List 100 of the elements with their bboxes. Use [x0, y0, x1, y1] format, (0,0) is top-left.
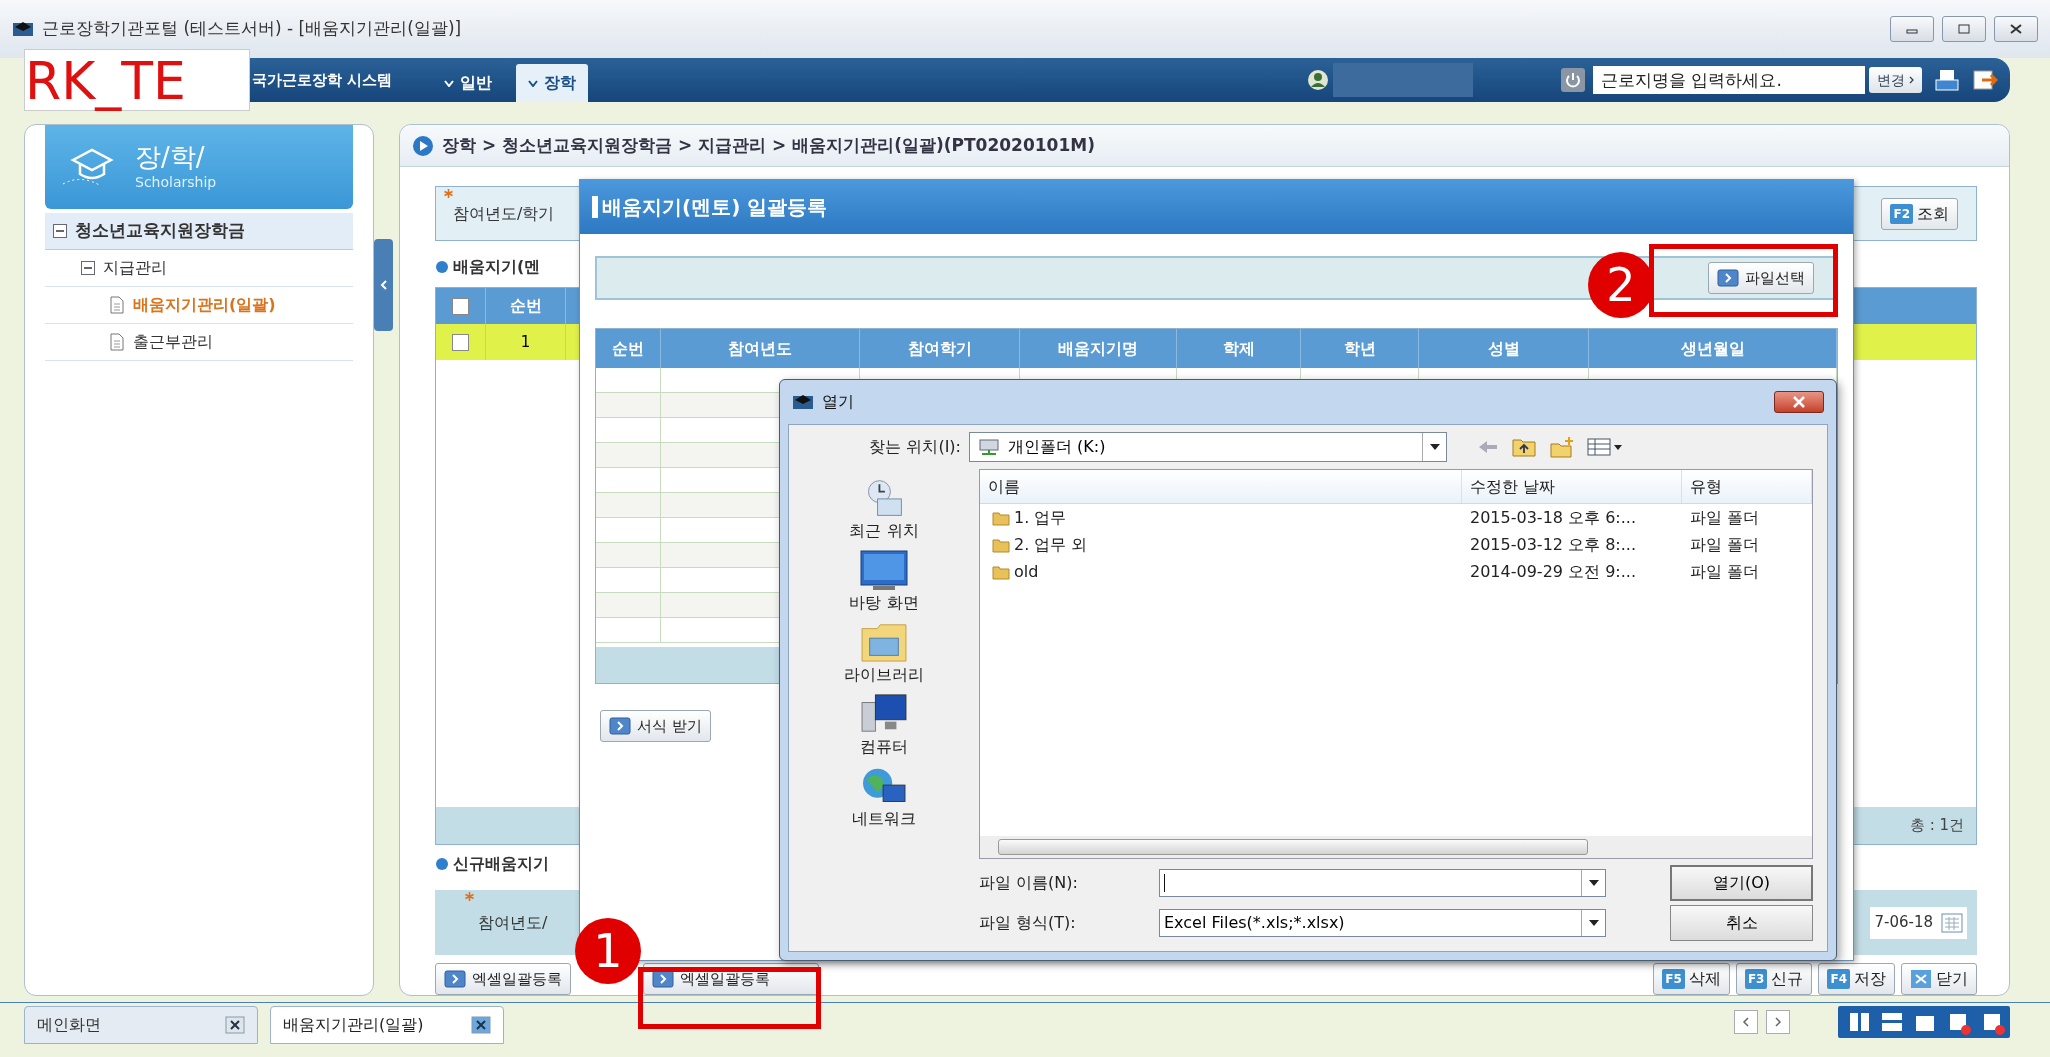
section-heading: 배움지기(멘	[453, 256, 541, 278]
bullet-icon	[435, 857, 449, 871]
file-name: old	[1014, 560, 1039, 583]
chevron-left-icon	[1742, 1016, 1750, 1028]
checkbox[interactable]	[452, 333, 469, 351]
field-label: 참여년도/	[478, 911, 548, 934]
window-title: 근로장학기관포털 (테스트서버) - [배움지기관리(일괄)]	[42, 17, 462, 41]
file-name: 1. 업무	[1014, 506, 1067, 529]
file-type: 파일 폴더	[1689, 533, 1760, 556]
close-icon	[1910, 969, 1932, 989]
close-icon[interactable]	[1994, 16, 2038, 42]
sidebar-title: 장/학/	[135, 141, 206, 172]
folder-icon	[992, 563, 1010, 580]
field-label: 파일 이름(N):	[979, 872, 1079, 894]
collapse-handle[interactable]	[374, 239, 393, 331]
place-item[interactable]: 컴퓨터	[859, 693, 909, 759]
field-label: 참여년도/학기	[453, 202, 555, 225]
chevron-right-icon	[1909, 76, 1914, 84]
close-icon[interactable]	[225, 1016, 245, 1034]
sidebar-subtitle: Scholarship	[135, 172, 217, 192]
place-item[interactable]: 바탕 화면	[849, 549, 919, 615]
action-button[interactable]: F5 삭제	[1653, 963, 1730, 995]
location-label: 찾는 위치(I):	[868, 436, 962, 458]
window-layout-icons[interactable]	[1838, 1006, 2010, 1038]
chevron-right-icon	[1774, 1016, 1782, 1028]
collapse-icon[interactable]	[53, 224, 67, 238]
section-heading: 신규배움지기	[453, 853, 549, 875]
field-label: 파일 형식(T):	[979, 912, 1077, 934]
system-name: 국가근로장학 시스템	[252, 69, 393, 91]
breadcrumb: 장학 > 청소년교육지원장학금 > 지급관리 > 배움지기관리(일괄)(PT02020101M)	[442, 133, 1095, 157]
filetype-dropdown[interactable]: Excel Files(*.xls;*.xlsx)	[1159, 909, 1606, 937]
exit-icon[interactable]	[1972, 68, 1998, 92]
column-header[interactable]: 이름	[980, 470, 1462, 503]
app-icon	[792, 393, 814, 411]
user-icon	[1307, 69, 1329, 91]
app-icon	[12, 20, 34, 38]
folder-icon	[992, 509, 1010, 526]
column-header[interactable]: 유형	[1682, 470, 1812, 503]
up-folder-icon[interactable]	[1511, 436, 1537, 458]
title-marker-icon	[592, 196, 598, 218]
place-item[interactable]: 라이브러리	[844, 621, 924, 687]
checkbox[interactable]	[452, 297, 469, 315]
maximize-icon[interactable]	[1942, 16, 1986, 42]
column-header[interactable]: 수정한 날짜	[1462, 470, 1682, 503]
bullet-icon	[435, 260, 449, 274]
document-tab[interactable]: 배움지기관리(일괄)	[270, 1006, 504, 1044]
printer-icon[interactable]	[1934, 68, 1960, 92]
excel-upload-button[interactable]: 엑셀일괄등록	[435, 963, 571, 995]
action-button[interactable]: F3 신규	[1735, 963, 1813, 995]
view-menu-icon[interactable]	[1587, 437, 1623, 457]
minimize-icon[interactable]	[1890, 16, 1934, 42]
menu-tab[interactable]: 장학	[516, 64, 589, 102]
file-type: 파일 폴더	[1689, 506, 1760, 529]
action-button[interactable]: F4 저장	[1818, 963, 1895, 995]
close-icon	[1792, 396, 1806, 408]
cancel-button[interactable]: 취소	[1670, 905, 1813, 941]
file-row[interactable]: old 2014-09-29 오전 9:... 파일 폴더	[980, 558, 1812, 585]
key-badge: F5	[1662, 969, 1685, 989]
open-button[interactable]: 열기(O)	[1670, 865, 1813, 901]
tree-group[interactable]: 청소년교육지원장학금	[45, 213, 353, 250]
power-icon[interactable]	[1561, 68, 1585, 92]
template-download-button[interactable]: 서식 받기	[600, 710, 711, 742]
file-date: 2015-03-12 오후 8:...	[1469, 533, 1637, 556]
close-icon[interactable]	[471, 1016, 491, 1034]
horizontal-scrollbar[interactable]	[980, 836, 1812, 858]
test-label: RK_TE	[24, 49, 250, 111]
key-badge: F2	[1890, 203, 1913, 224]
change-button[interactable]: 변경	[1869, 67, 1922, 93]
dialog-title: 열기	[822, 391, 854, 413]
desktop-icon	[859, 549, 909, 591]
key-badge: F4	[1827, 969, 1850, 989]
search-field[interactable]: 근로지명을 입력하세요.	[1593, 66, 1865, 94]
file-type: 파일 폴더	[1689, 560, 1760, 583]
key-badge: F3	[1744, 969, 1768, 989]
caret-icon	[528, 79, 539, 87]
file-name: 2. 업무 외	[1014, 533, 1088, 556]
folder-icon	[992, 536, 1010, 553]
tree-group[interactable]: 지급관리	[45, 250, 353, 287]
filename-field[interactable]	[1159, 869, 1606, 897]
document-icon	[109, 333, 125, 351]
collapse-icon[interactable]	[81, 261, 95, 275]
file-row[interactable]: 1. 업무 2015-03-18 오후 6:... 파일 폴더	[980, 504, 1812, 531]
place-item[interactable]: 최근 위치	[849, 477, 919, 543]
document-icon	[109, 296, 125, 314]
close-button[interactable]	[1774, 391, 1824, 413]
total-count: 총 : 1건	[1909, 815, 1964, 837]
tree-item[interactable]: 출근부관리	[45, 324, 353, 361]
chevron-left-icon	[379, 279, 388, 291]
file-row[interactable]: 2. 업무 외 2015-03-12 오후 8:... 파일 폴더	[980, 531, 1812, 558]
place-item[interactable]: 네트워크	[852, 765, 916, 831]
search-button[interactable]: F2 조회	[1881, 197, 1958, 230]
document-tab[interactable]: 메인화면	[24, 1006, 258, 1044]
play-circle-icon	[412, 134, 434, 157]
action-button[interactable]: 닫기	[1901, 963, 1977, 995]
date-field[interactable]: 7-06-18	[1870, 906, 1967, 939]
file-select-button[interactable]: 파일선택	[1708, 262, 1814, 294]
library-icon	[859, 621, 909, 663]
menu-tab[interactable]: 일반	[432, 64, 505, 102]
location-dropdown[interactable]: 개인폴더 (K:)	[969, 432, 1447, 462]
file-date: 2015-03-18 오후 6:...	[1469, 506, 1637, 529]
